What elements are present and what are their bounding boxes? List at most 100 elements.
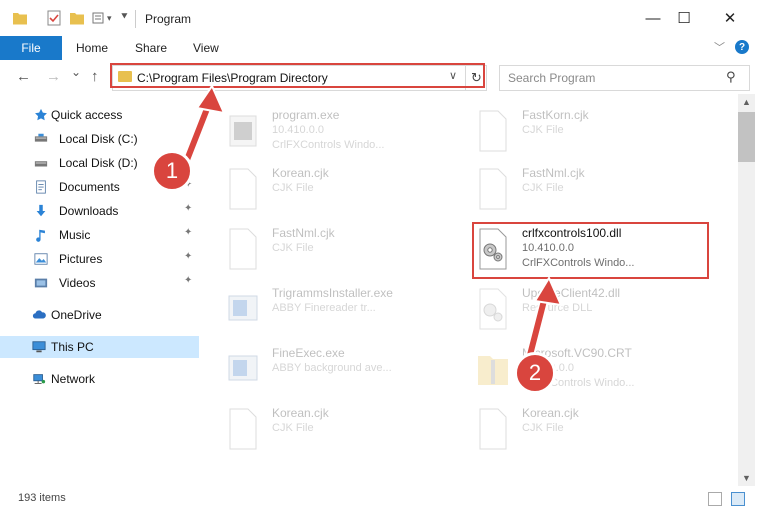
status-bar: 193 items: [0, 486, 769, 528]
maximize-button[interactable]: ☐: [661, 0, 707, 36]
file-name: TrigrammsInstaller.exe: [272, 286, 393, 300]
nav-local-disk-c[interactable]: Local Disk (C:): [0, 128, 202, 150]
file-item[interactable]: FastNml.cjk CJK File: [452, 160, 702, 220]
forward-button[interactable]: →: [46, 68, 61, 85]
nav-network[interactable]: Network: [0, 368, 202, 390]
exe-icon: [229, 115, 257, 147]
back-button[interactable]: ←: [16, 68, 31, 85]
nav-this-pc[interactable]: This PC: [0, 336, 199, 358]
onedrive-icon: [32, 310, 46, 319]
nav-label: Quick access: [51, 108, 123, 122]
pictures-icon: [34, 253, 48, 265]
step-2-badge: 2: [514, 352, 556, 394]
file-detail: ABBY background ave...: [272, 362, 392, 374]
properties-icon[interactable]: [46, 10, 62, 26]
file-name: program.exe: [272, 108, 340, 122]
tab-share[interactable]: Share: [135, 41, 167, 55]
scroll-thumb[interactable]: [738, 112, 755, 162]
pin-icon[interactable]: ✦: [184, 251, 192, 262]
file-item[interactable]: program.exe 10.410.0.0 CrlFXControls Win…: [202, 102, 452, 162]
tab-view[interactable]: View: [193, 41, 219, 55]
item-count: 193 items: [18, 492, 66, 504]
file-detail: ABBY Finereader tr...: [272, 302, 376, 314]
step-1-badge: 1: [151, 150, 193, 192]
nav-label: This PC: [51, 340, 94, 354]
file-item[interactable]: FastNml.cjk CJK File: [202, 220, 452, 280]
vertical-scrollbar[interactable]: ▲ ▼: [738, 94, 755, 486]
file-detail: CJK File: [272, 422, 314, 434]
folder-zip-icon: [478, 356, 508, 385]
network-icon: [33, 374, 46, 384]
file-name: Korean.cjk: [272, 406, 329, 420]
file-item[interactable]: Korean.cjk CJK File: [452, 400, 702, 460]
file-icon: [479, 110, 507, 152]
nav-label: Local Disk (D:): [59, 156, 138, 170]
folder-icon: [13, 13, 27, 25]
file-name: FastKorn.cjk: [522, 108, 589, 122]
file-item[interactable]: UpdateClient42.dll Resource DLL: [452, 280, 702, 340]
file-detail: CJK File: [522, 422, 564, 434]
pin-icon[interactable]: ✦: [184, 275, 192, 286]
pin-icon[interactable]: ✦: [184, 203, 192, 214]
ribbon: File Home Share View ﹀ ?: [0, 36, 769, 60]
nav-label: Videos: [59, 276, 96, 290]
dll-file-highlight: [472, 222, 709, 279]
customize-toolbar-icon[interactable]: [91, 10, 107, 26]
nav-label: Downloads: [59, 204, 119, 218]
help-icon[interactable]: ?: [735, 40, 749, 54]
details-view-icon[interactable]: [708, 492, 722, 506]
file-item[interactable]: FastKorn.cjk CJK File: [452, 102, 702, 162]
search-input[interactable]: Search Program ⚲: [499, 65, 750, 91]
up-button[interactable]: ↑: [91, 68, 99, 85]
file-item[interactable]: Microsoft.VC90.CRT 10.410.0.0 CrlFXContr…: [452, 340, 702, 400]
large-icons-view-icon[interactable]: [731, 492, 745, 506]
file-detail: CJK File: [272, 182, 314, 194]
recent-locations-button[interactable]: ⌄: [71, 65, 81, 79]
file-icon: [479, 168, 507, 210]
scroll-down-icon[interactable]: ▼: [738, 470, 755, 486]
file-icon: [479, 408, 507, 450]
nav-quick-access[interactable]: Quick access: [0, 104, 202, 126]
file-item[interactable]: TrigrammsInstaller.exe ABBY Finereader t…: [202, 280, 452, 340]
nav-pictures[interactable]: Pictures ✦: [0, 248, 202, 270]
tab-file[interactable]: File: [0, 36, 62, 60]
file-detail: 10.410.0.0: [272, 124, 324, 136]
title-bar: ▾ ⯆ Program — ☐ ✕: [0, 0, 769, 36]
window-title: Program: [145, 12, 192, 26]
file-name: FastNml.cjk: [522, 166, 585, 180]
nav-music[interactable]: Music ✦: [0, 224, 202, 246]
drive-icon: [34, 133, 48, 142]
file-icon: [229, 228, 257, 270]
nav-downloads[interactable]: Downloads ✦: [0, 200, 202, 222]
chevron-down-icon[interactable]: ▾: [107, 13, 112, 24]
music-icon: [36, 229, 45, 242]
nav-onedrive[interactable]: OneDrive: [0, 304, 202, 326]
file-item[interactable]: FineExec.exe ABBY background ave...: [202, 340, 452, 400]
minimize-icon: —: [645, 9, 661, 27]
file-item[interactable]: Korean.cjk CJK File: [202, 400, 452, 460]
installer-icon: [228, 355, 258, 381]
file-name: FastNml.cjk: [272, 226, 335, 240]
file-detail: CJK File: [272, 242, 314, 254]
computer-icon: [32, 341, 46, 353]
tab-home[interactable]: Home: [76, 41, 108, 55]
file-name: Korean.cjk: [522, 406, 579, 420]
file-item[interactable]: Korean.cjk CJK File: [202, 160, 452, 220]
file-name: UpdateClient42.dll: [522, 286, 621, 300]
new-folder-icon[interactable]: [69, 10, 85, 26]
quick-access-toolbar-dropdown-icon[interactable]: ⯆: [120, 11, 129, 24]
file-detail: Resource DLL: [522, 302, 593, 314]
pin-icon[interactable]: ✦: [184, 227, 192, 238]
search-icon: ⚲: [726, 69, 736, 84]
maximize-icon: ☐: [677, 10, 691, 27]
videos-icon: [34, 278, 48, 288]
file-detail: CJK File: [522, 124, 564, 136]
scroll-up-icon[interactable]: ▲: [738, 94, 755, 110]
title-separator: [135, 10, 136, 28]
drive-icon: [34, 161, 48, 167]
close-button[interactable]: ✕: [707, 0, 753, 36]
nav-videos[interactable]: Videos ✦: [0, 272, 202, 294]
ribbon-expand-icon[interactable]: ﹀: [714, 39, 725, 55]
address-bar-highlight: [110, 63, 485, 88]
nav-label: Pictures: [59, 252, 103, 266]
